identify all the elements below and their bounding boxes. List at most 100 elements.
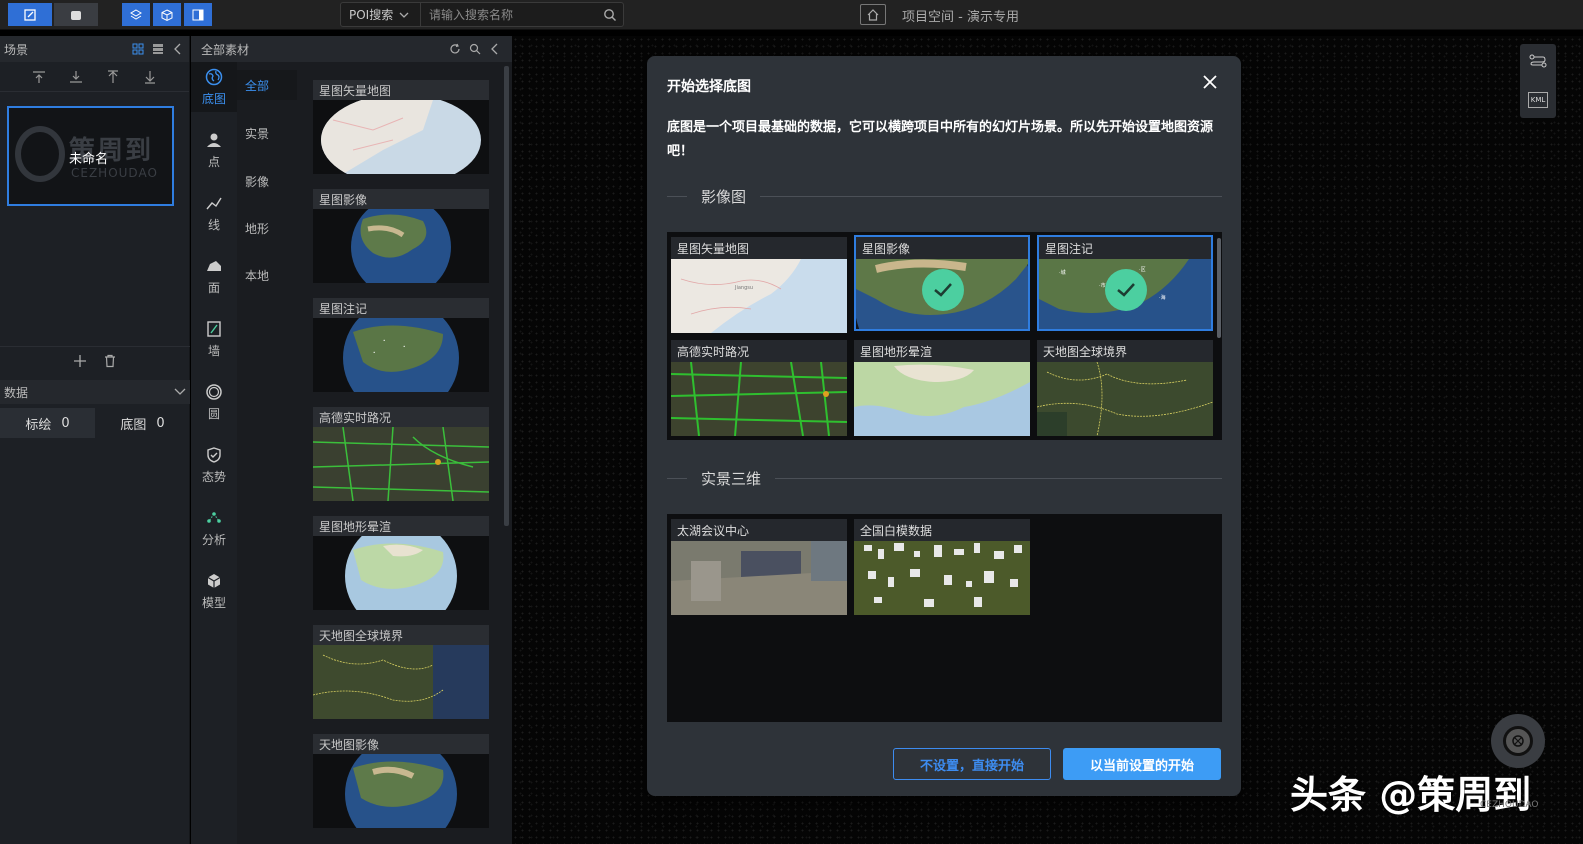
chevron-down-icon [174,388,186,395]
category-situation[interactable]: 态势 [191,440,237,490]
category-wall[interactable]: 墙 [191,314,237,364]
subcategory-local[interactable]: 本地 [237,260,297,290]
divider [760,195,1222,197]
svg-text:Jiangsu: Jiangsu [734,285,753,291]
realscene-grid: 太湖会议中心 全国白模数据 [667,514,1222,722]
basemap-option[interactable]: 星图地形晕渲 [854,340,1030,436]
basemap-option[interactable]: 高德实时路况 [671,340,847,436]
material-item[interactable]: 高德实时路况 [313,407,489,501]
poi-search-select[interactable]: POI搜索 [341,3,421,26]
category-label: 面 [207,280,220,295]
data-section-header[interactable]: 数据 [0,380,190,404]
section-realscene: 实景三维 [667,466,1222,490]
search-icon[interactable] [597,8,623,22]
material-item[interactable]: 天地图全球境界 [313,625,489,719]
line-icon [206,197,222,209]
move-bottom-icon[interactable] [68,69,84,85]
panel-toggle-button[interactable] [184,3,212,26]
data-tabs: 标绘 0 底图 0 [0,408,190,438]
category-analysis[interactable]: 分析 [191,503,237,553]
category-circle[interactable]: 圆 [191,377,237,427]
search-icon[interactable] [468,42,482,56]
material-item-label: 星图影像 [313,189,489,209]
realscene-option[interactable]: 全国白模数据 [854,519,1030,615]
list-view-icon[interactable] [151,42,165,56]
layers-button[interactable] [122,3,150,26]
search-input[interactable] [421,3,597,26]
subcategory-realscene[interactable]: 实景 [237,118,297,148]
section-imagery-title: 影像图 [701,187,747,206]
delete-icon[interactable] [103,354,117,371]
checkmark-icon [922,269,964,311]
svg-text:•: • [373,350,375,355]
scene-tools [0,62,189,92]
material-preview: • • • [313,318,489,392]
material-preview [313,536,489,610]
material-item[interactable]: 星图影像 [313,189,489,283]
basemap-option[interactable]: 星图矢量地图 Jiangsu [671,237,847,333]
material-item[interactable]: 星图注记 • • • [313,298,489,392]
tab-count: 0 [156,415,165,431]
category-label: 模型 [201,595,226,610]
skip-setup-button[interactable]: 不设置，直接开始 [893,748,1051,780]
dialog-description: 底图是一个项目最基础的数据，它可以横跨项目中所有的幻灯片场景。所以先开始设置地图… [667,120,1214,159]
material-item[interactable]: 星图矢量地图 [313,80,489,174]
basemap-option-label: 星图矢量地图 [671,237,847,259]
collapse-left-icon[interactable] [171,42,185,56]
top-toolbar: POI搜索 项目空间 - 演示专用 [0,0,1583,30]
tab-plot[interactable]: 标绘 0 [0,408,95,438]
tab-label: 标绘 [25,417,52,433]
realscene-option[interactable]: 太湖会议中心 [671,519,847,615]
category-model[interactable]: 模型 [191,566,237,616]
compass-widget[interactable] [1491,714,1545,768]
move-up-icon[interactable] [105,69,121,85]
polygon-icon [207,260,221,271]
category-point[interactable]: 点 [191,125,237,175]
category-basemap[interactable]: 底图 [191,62,237,112]
material-panel-title: 全部素材 [201,42,250,57]
kml-import-button[interactable]: KML [1528,91,1548,108]
material-item-label: 高德实时路况 [313,407,489,427]
category-label: 点 [207,154,220,169]
material-item-label: 天地图全球境界 [313,625,489,645]
tab-basemap[interactable]: 底图 0 [95,408,190,438]
watermark-text: 头条 @策周到 [1290,773,1532,817]
category-polygon[interactable]: 面 [191,251,237,301]
basemap-option[interactable]: 星图影像 [854,235,1030,331]
camera-icon [71,10,81,20]
subcategory-all[interactable]: 全部 [237,70,297,100]
refresh-icon[interactable] [448,42,462,56]
cube-button[interactable] [153,3,181,26]
basemap-preview [671,361,847,436]
move-top-icon[interactable] [31,69,47,85]
category-line[interactable]: 线 [191,188,237,238]
add-scene-icon[interactable] [73,354,87,371]
imagery-grid-scrollbar[interactable] [1217,238,1221,338]
close-icon[interactable] [1200,72,1220,92]
material-item[interactable]: 星图地形晕渲 [313,516,489,610]
basemap-option[interactable]: 天地图全球境界 [1037,340,1213,436]
category-label: 墙 [207,343,220,358]
material-item[interactable]: 天地图影像 [313,734,489,828]
scene-thumbnail[interactable]: 策周到 CEZHOUDAO 未命名 [7,106,174,206]
material-item-label: 星图注记 [313,298,489,318]
subcategory-imagery[interactable]: 影像 [237,166,297,196]
material-preview [313,100,489,174]
preview-mode-button[interactable] [54,3,98,26]
move-down-icon[interactable] [142,69,158,85]
project-title: 项目空间 - 演示专用 [902,10,1019,25]
subcategory-terrain[interactable]: 地形 [237,213,297,243]
start-with-settings-button[interactable]: 以当前设置的开始 [1063,748,1221,780]
svg-text:·海: ·海 [1159,294,1166,301]
basemap-option[interactable]: 星图注记 ·城 ·市 ·区 ·海 [1037,235,1213,331]
material-panel: 全部素材 底图 点 线 面 墙 圆 态势 分析 模型 全部 实景 影像 地形 本… [191,36,512,844]
home-icon[interactable] [860,4,886,25]
edit-mode-button[interactable] [8,3,52,26]
collapse-left-icon[interactable] [488,42,502,56]
material-preview [313,645,489,719]
realscene-option-label: 太湖会议中心 [671,519,847,541]
wall-icon [207,320,221,337]
material-scrollbar[interactable] [504,66,509,526]
grid-view-icon[interactable] [131,42,145,56]
route-icon[interactable] [1529,54,1547,71]
